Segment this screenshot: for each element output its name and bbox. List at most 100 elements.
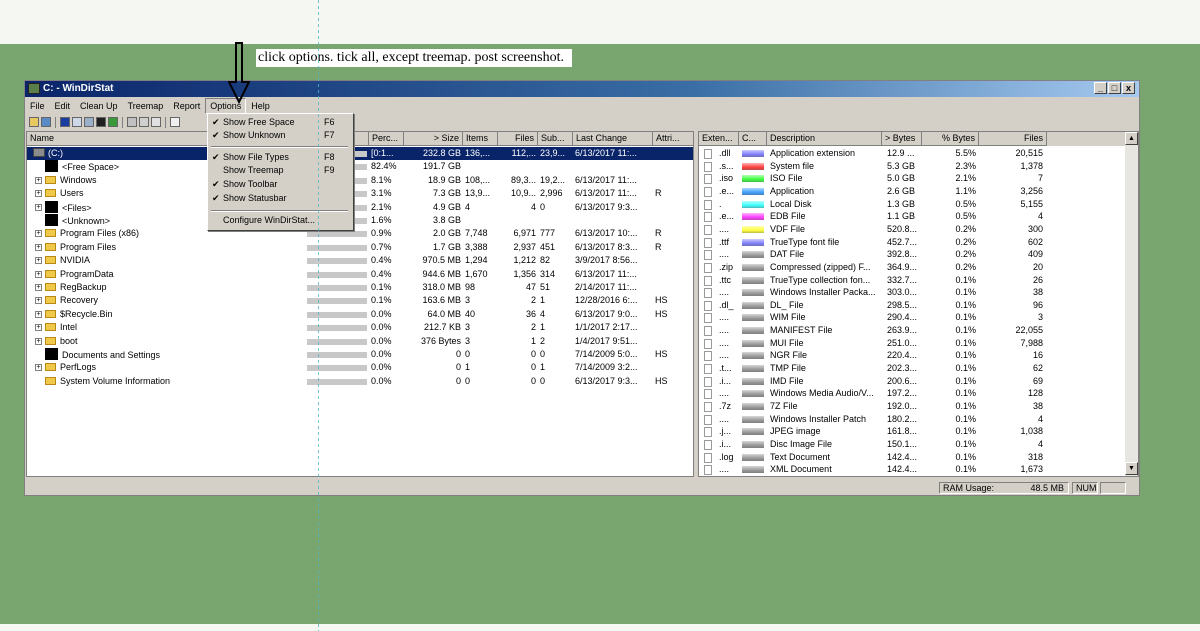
expand-icon[interactable]: + [35,270,42,278]
column-percent-bytes[interactable]: % Bytes [922,132,979,146]
tree-row[interactable]: <Unknown> 1.6% 3.8 GB [27,214,693,227]
expand-icon[interactable]: + [35,337,42,345]
expand-icon[interactable]: + [35,324,42,332]
extension-row[interactable]: .... DAT File 392.8... 0.2% 409 [699,248,1138,261]
column-bytes[interactable]: > Bytes [882,132,922,146]
tree-row[interactable]: (C:) [0:1... 232.8 GB 136,... 112,... 23,9...… [27,147,693,160]
minimize-button[interactable]: _ [1094,82,1107,94]
expand-icon[interactable]: + [35,203,42,211]
tree-row[interactable]: + ProgramData 0.4% 944.6 MB 1,670 1,356 314 6/1… [27,268,693,281]
extension-row[interactable]: . Local Disk 1.3 GB 0.5% 5,155 [699,198,1138,211]
title-bar[interactable]: C: - WinDirStat _ □ x [25,81,1139,97]
refresh-icon[interactable] [41,117,51,127]
tree-row[interactable]: + Program Files (x86) 0.9% 2.0 GB 7,748 6,971… [27,227,693,240]
column-attributes[interactable]: Attri... [653,132,693,146]
extension-row[interactable]: .j... JPEG image 161.8... 0.1% 1,038 [699,425,1138,438]
column-description[interactable]: Description [767,132,882,146]
extension-row[interactable]: .e... Application 2.6 GB 1.1% 3,256 [699,185,1138,198]
vertical-scrollbar[interactable]: ▲ ▼ [1125,132,1138,476]
tree-row[interactable]: + NVIDIA 0.4% 970.5 MB 1,294 1,212 82 3/9/2017 … [27,254,693,267]
column-files[interactable]: Files [498,132,538,146]
copy-icon[interactable] [72,117,82,127]
extension-row[interactable]: .... MANIFEST File 263.9... 0.1% 22,055 [699,324,1138,337]
column-subdirs[interactable]: Sub... [538,132,573,146]
tree-row[interactable]: + Recovery 0.1% 163.6 MB 3 2 1 12/28/2016 6:...… [27,294,693,307]
extension-row[interactable]: .... NGR File 220.4... 0.1% 16 [699,349,1138,362]
menu-item-configure[interactable]: Configure WinDirStat... [208,214,351,227]
maximize-button[interactable]: □ [1108,82,1121,94]
expand-icon[interactable]: + [35,284,42,291]
extension-row[interactable]: .e... EDB File 1.1 GB 0.5% 4 [699,210,1138,223]
explorer-icon[interactable] [84,117,94,127]
expand-icon[interactable]: + [35,257,42,265]
extension-row[interactable]: .... MUI File 251.0... 0.1% 7,988 [699,337,1138,350]
menu-item-show-statusbar[interactable]: ✔ Show Statusbar [208,192,351,205]
extension-row[interactable]: .... WIM File 290.4... 0.1% 3 [699,311,1138,324]
extension-row[interactable]: .i... Disc Image File 150.1... 0.1% 4 [699,438,1138,451]
expand-icon[interactable]: + [35,243,42,251]
column-extension[interactable]: Exten... [699,132,739,146]
column-items[interactable]: Items [463,132,498,146]
extension-row[interactable]: .... XML Document 142.4... 0.1% 1,673 [699,463,1138,476]
recycle-icon[interactable] [127,117,137,127]
tree-row[interactable]: System Volume Information 0.0% 0 0 0 0 6/13/20… [27,375,693,388]
command-prompt-icon[interactable] [96,117,106,127]
tree-row[interactable]: + Program Files 0.7% 1.7 GB 3,388 2,937 451 6/1… [27,241,693,254]
tree-row[interactable]: + boot 0.0% 376 Bytes 3 1 2 1/4/2017 9:51... [27,335,693,348]
extension-row[interactable]: .iso ISO File 5.0 GB 2.1% 7 [699,172,1138,185]
expand-icon[interactable]: + [35,176,42,184]
tree-row[interactable]: + Intel 0.0% 212.7 KB 3 2 1 1/1/2017 2:17... [27,321,693,334]
menu-file[interactable]: File [25,98,50,114]
tree-row[interactable]: + PerfLogs 0.0% 0 1 0 1 7/14/2009 3:2... [27,361,693,374]
extension-row[interactable]: .t... TMP File 202.3... 0.1% 62 [699,362,1138,375]
column-size[interactable]: > Size [404,132,463,146]
menu-item-show-free-space[interactable]: ✔ Show Free Space F6 [208,116,351,129]
tree-row[interactable]: + RegBackup 0.1% 318.0 MB 98 47 51 2/14/2017 11… [27,281,693,294]
open-icon[interactable] [29,117,39,127]
expand-icon[interactable]: + [35,310,42,318]
directory-tree-pane[interactable]: Name Subtree Percentage Perc... > Size I… [26,131,694,477]
tree-row[interactable]: + Users 3.1% 7.3 GB 13,9... 10,9... 2,996 6/13/… [27,187,693,200]
extension-row[interactable]: .... Windows Installer Packa... 303.0... 0.… [699,286,1138,299]
scroll-down-icon[interactable]: ▼ [1125,462,1138,475]
extension-row[interactable]: .dll Application extension 12.9 ... 5.5% 20,… [699,147,1138,160]
tree-row[interactable]: + Windows 8.1% 18.9 GB 108,... 89,3... 19,2...… [27,174,693,187]
menu-item-show-treemap[interactable]: Show Treemap F9 [208,164,351,177]
expand-icon[interactable]: + [35,297,42,305]
extension-row[interactable]: .zip Compressed (zipped) F... 364.9... 0.2%… [699,261,1138,274]
play-icon[interactable] [60,117,70,127]
extension-row[interactable]: .... Windows Media Audio/V... 197.2... 0.1%… [699,387,1138,400]
new-window-icon[interactable] [170,117,180,127]
close-button[interactable]: x [1122,82,1135,94]
tree-row[interactable]: Documents and Settings 0.0% 0 0 0 0 7/14/2009 … [27,348,693,361]
menu-item-show-toolbar[interactable]: ✔ Show Toolbar [208,178,351,191]
tree-row[interactable]: + <Files> 2.1% 4.9 GB 4 4 0 6/13/2017 9:3... [27,200,693,214]
expand-icon[interactable]: + [35,230,42,238]
menu-clean-up[interactable]: Clean Up [75,98,123,114]
extension-row[interactable]: .... VDF File 520.8... 0.2% 300 [699,223,1138,236]
expand-icon[interactable]: + [35,190,42,198]
extension-row[interactable]: .s... System file 5.3 GB 2.3% 1,378 [699,160,1138,173]
scroll-up-icon[interactable]: ▲ [1125,132,1138,145]
delete-icon[interactable] [139,117,149,127]
menu-item-show-unknown[interactable]: ✔ Show Unknown F7 [208,129,351,142]
column-files[interactable]: Files [979,132,1047,146]
extension-row[interactable]: .i... IMD File 200.6... 0.1% 69 [699,375,1138,388]
menu-edit[interactable]: Edit [50,98,76,114]
extension-row[interactable]: .log Text Document 142.4... 0.1% 318 [699,451,1138,464]
extension-row[interactable]: .dl_ DL_ File 298.5... 0.1% 96 [699,299,1138,312]
extension-row[interactable]: .... Windows Installer Patch 180.2... 0.1% 4 [699,413,1138,426]
extension-row[interactable]: .ttc TrueType collection fon... 332.7... 0.… [699,274,1138,287]
properties-icon[interactable] [151,117,161,127]
menu-item-show-file-types[interactable]: ✔ Show File Types F8 [208,151,351,164]
menu-report[interactable]: Report [168,98,205,114]
tree-row[interactable]: + $Recycle.Bin 0.0% 64.0 MB 40 36 4 6/13/2017 9… [27,308,693,321]
column-percentage[interactable]: Perc... [369,132,404,146]
menu-treemap[interactable]: Treemap [123,98,169,114]
menu-help[interactable]: Help [246,98,275,114]
file-types-pane[interactable]: Exten... C... Description > Bytes % Byte… [698,131,1139,477]
green-refresh-icon[interactable] [108,117,118,127]
column-color[interactable]: C... [739,132,767,146]
extension-row[interactable]: .ttf TrueType font file 452.7... 0.2% 602 [699,236,1138,249]
column-last-change[interactable]: Last Change [573,132,653,146]
